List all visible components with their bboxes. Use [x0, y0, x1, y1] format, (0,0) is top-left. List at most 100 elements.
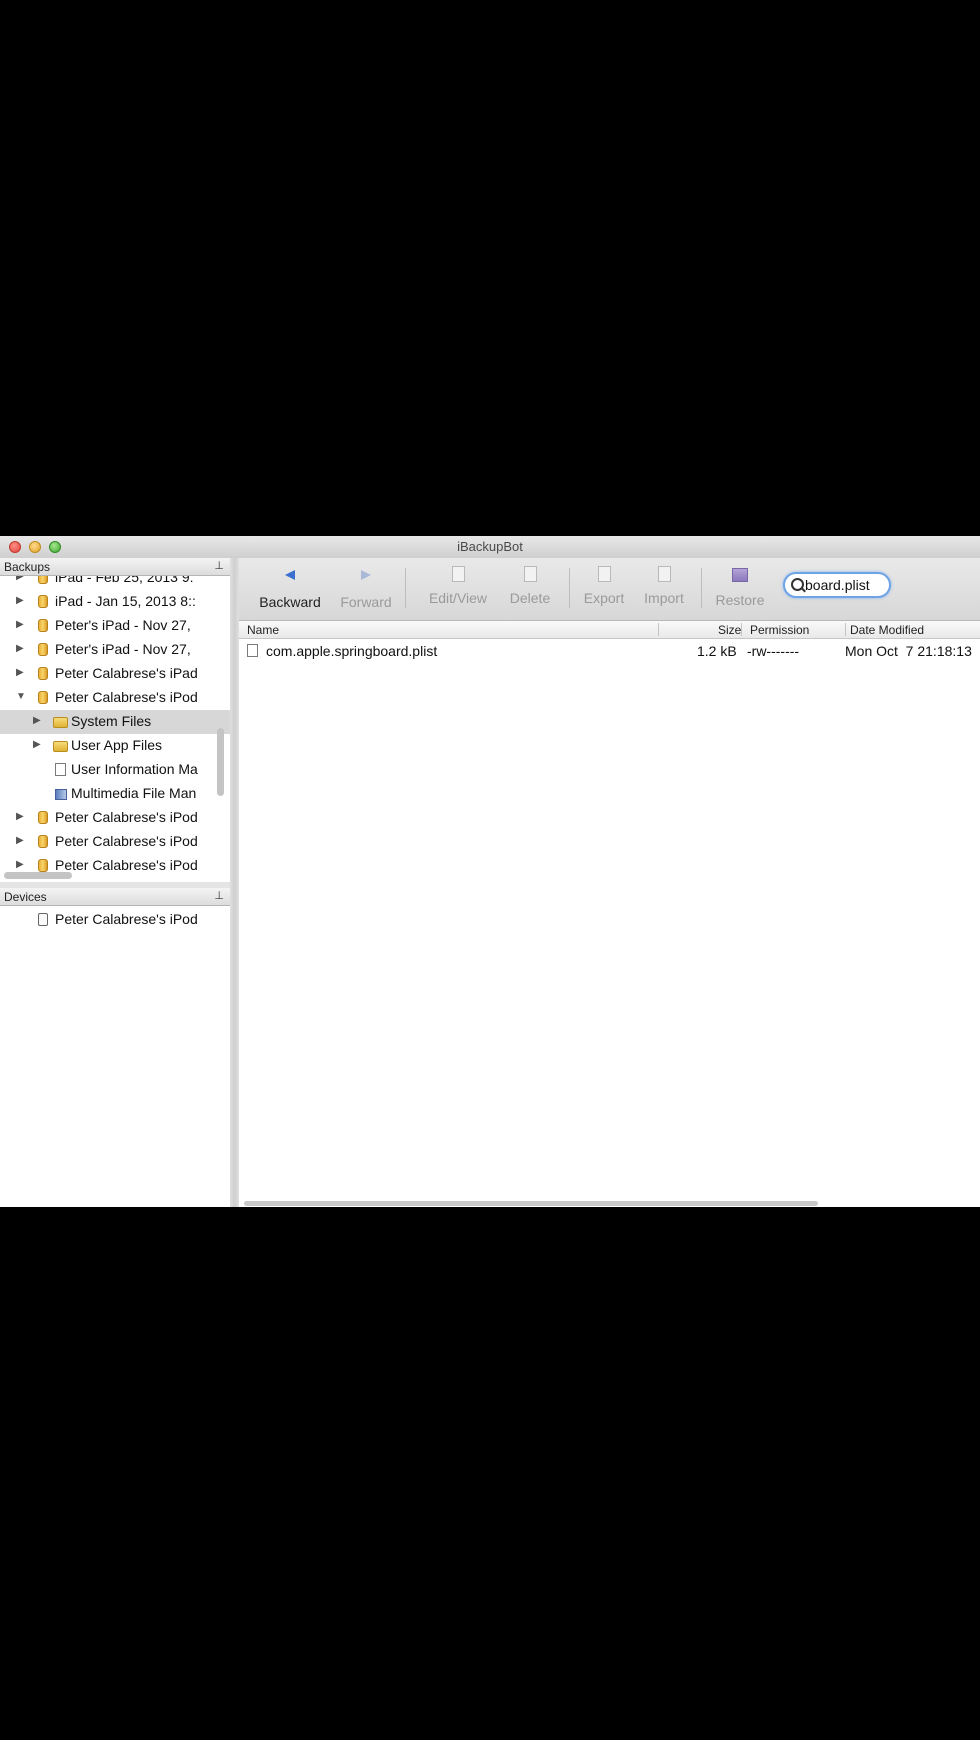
toolbar-separator [569, 568, 570, 608]
disclosure-triangle-icon[interactable]: ▶ [16, 859, 24, 870]
pin-icon[interactable]: ⊥ [214, 889, 224, 902]
disclosure-triangle-icon[interactable]: ▶ [16, 619, 24, 630]
import-button[interactable]: Import [639, 566, 689, 614]
title-bar[interactable]: iBackupBot [0, 536, 980, 559]
device-item-ipod[interactable]: Peter Calabrese's iPod [0, 908, 230, 932]
devices-list[interactable]: Peter Calabrese's iPod [0, 906, 230, 1201]
forward-button-label: Forward [340, 594, 392, 610]
delete-button[interactable]: Delete [505, 566, 555, 614]
tree-item-label: iPad - Feb 25, 2013 9: [55, 576, 194, 585]
tree-item-user-information[interactable]: User Information Ma [0, 758, 230, 782]
window-title: iBackupBot [457, 539, 523, 554]
tree-item-label: iPad - Jan 15, 2013 8:: [55, 593, 196, 609]
backup-cylinder-icon [38, 859, 48, 872]
ibackupbot-window: iBackupBot Backups ⊥ ▶ iPad - Feb 25, 20… [0, 536, 980, 1207]
search-input[interactable] [805, 576, 889, 594]
disclosure-triangle-icon[interactable]: ▶ [16, 576, 24, 582]
tree-item-backup[interactable]: ▶ Peter Calabrese's iPod [0, 806, 230, 830]
device-item-label: Peter Calabrese's iPod [55, 911, 198, 927]
file-icon [247, 644, 258, 657]
backups-horizontal-scrollbar[interactable] [4, 872, 72, 879]
multimedia-icon [55, 789, 67, 800]
tree-item-label: Peter Calabrese's iPod [55, 689, 198, 705]
tree-item-backup[interactable]: ▶ iPad - Jan 15, 2013 8:: [0, 590, 230, 614]
folder-icon [53, 717, 68, 728]
file-permission: -rw------- [747, 643, 800, 659]
column-separator[interactable] [845, 623, 846, 636]
backup-cylinder-icon [38, 811, 48, 824]
ipod-icon [38, 913, 48, 926]
tree-item-label: User Information Ma [71, 761, 198, 777]
tree-item-label: Multimedia File Man [71, 785, 197, 801]
tree-item-backup-expanded[interactable]: ▼ Peter Calabrese's iPod [0, 686, 230, 710]
tree-item-backup[interactable]: ▶ Peter's iPad - Nov 27, [0, 638, 230, 662]
tree-item-label: Peter Calabrese's iPod [55, 833, 198, 849]
toolbar-separator [405, 568, 406, 608]
devices-pane-header: Devices ⊥ [0, 888, 230, 906]
tree-item-backup[interactable]: ▶ Peter Calabrese's iPad [0, 662, 230, 686]
disclosure-triangle-icon[interactable]: ▼ [16, 691, 26, 702]
column-header-permission[interactable]: Permission [750, 623, 809, 637]
column-header-date-modified[interactable]: Date Modified [850, 623, 924, 637]
disclosure-triangle-icon[interactable]: ▶ [16, 811, 24, 822]
file-list-horizontal-scrollbar[interactable] [244, 1201, 818, 1206]
tree-item-backup[interactable]: ▶ Peter's iPad - Nov 27, [0, 614, 230, 638]
backup-cylinder-icon [38, 595, 48, 608]
file-row[interactable]: com.apple.springboard.plist 1.2 kB -rw--… [239, 641, 980, 661]
restore-button[interactable]: Restore [712, 566, 768, 614]
disclosure-triangle-icon[interactable]: ▶ [16, 667, 24, 678]
column-separator[interactable] [658, 623, 659, 636]
devices-pane: Devices ⊥ Peter Calabrese's iPod [0, 888, 230, 1201]
tree-item-backup[interactable]: ▶ Peter Calabrese's iPod [0, 830, 230, 854]
backup-cylinder-icon [38, 835, 48, 848]
backup-cylinder-icon [38, 667, 48, 680]
restore-icon [730, 568, 750, 586]
search-field[interactable] [783, 572, 891, 598]
forward-arrow-icon [356, 570, 376, 588]
column-header-size[interactable]: Size [718, 623, 741, 637]
tree-item-user-app-files[interactable]: ▶ User App Files [0, 734, 230, 758]
tree-item-label: Peter's iPad - Nov 27, [55, 641, 191, 657]
file-list[interactable]: Name Size Permission Date Modified com.a… [239, 621, 980, 1207]
file-list-header: Name Size Permission Date Modified [239, 621, 980, 639]
file-size: 1.2 kB [697, 643, 737, 659]
column-separator[interactable] [741, 623, 742, 636]
delete-button-label: Delete [509, 590, 551, 606]
export-button[interactable]: Export [579, 566, 629, 614]
disclosure-triangle-icon[interactable]: ▶ [16, 643, 24, 654]
devices-pane-title: Devices [4, 890, 47, 904]
delete-page-icon [520, 566, 540, 584]
tree-item-system-files[interactable]: ▶ System Files [0, 710, 230, 734]
edit-page-icon [448, 566, 468, 584]
backups-vertical-scrollbar[interactable] [217, 728, 224, 796]
tree-item-label: Peter Calabrese's iPod [55, 857, 198, 873]
import-page-icon [654, 566, 674, 584]
toolbar-separator [701, 568, 702, 608]
backup-cylinder-icon [38, 619, 48, 632]
disclosure-triangle-icon[interactable]: ▶ [33, 715, 41, 726]
disclosure-triangle-icon[interactable]: ▶ [33, 739, 41, 750]
restore-button-label: Restore [715, 592, 765, 608]
forward-button[interactable]: Forward [335, 566, 397, 614]
backward-button[interactable]: Backward [255, 566, 325, 614]
disclosure-triangle-icon[interactable]: ▶ [16, 595, 24, 606]
tree-item-label: System Files [71, 713, 152, 729]
column-header-name[interactable]: Name [247, 623, 279, 637]
tree-item-multimedia[interactable]: Multimedia File Man [0, 782, 230, 806]
export-page-icon [594, 566, 614, 584]
tree-item-label: Peter's iPad - Nov 27, [55, 617, 191, 633]
file-name: com.apple.springboard.plist [266, 643, 438, 659]
tree-item-label: User App Files [71, 737, 163, 753]
export-button-label: Export [583, 590, 625, 606]
pin-icon[interactable]: ⊥ [214, 559, 224, 572]
edit-view-button-label: Edit/View [428, 590, 488, 606]
main-split-divider[interactable] [230, 558, 239, 1207]
backup-cylinder-icon [38, 691, 48, 704]
edit-view-button[interactable]: Edit/View [419, 566, 497, 614]
backup-cylinder-icon [38, 576, 48, 584]
tree-item-backup[interactable]: ▶ iPad - Feb 25, 2013 9: [0, 576, 230, 590]
back-arrow-icon [280, 570, 300, 588]
backup-cylinder-icon [38, 643, 48, 656]
disclosure-triangle-icon[interactable]: ▶ [16, 835, 24, 846]
file-date-modified: Mon Oct 7 21:18:13 [845, 643, 972, 659]
